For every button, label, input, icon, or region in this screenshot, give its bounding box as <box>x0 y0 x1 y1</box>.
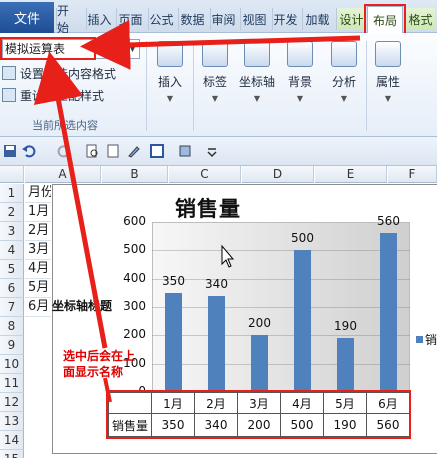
annotation-arrows <box>33 19 361 403</box>
arrow-callout-to-table <box>103 377 112 403</box>
arrow-tab-to-namebox <box>80 19 361 70</box>
arrow-callout-to-namebox <box>33 51 108 349</box>
mouse-cursor-icon <box>221 244 235 268</box>
excel-window: 文件 开始 插入 页面 公式 数据 审阅 视图 开发 加载 设计 布局 格式 模… <box>0 0 437 458</box>
